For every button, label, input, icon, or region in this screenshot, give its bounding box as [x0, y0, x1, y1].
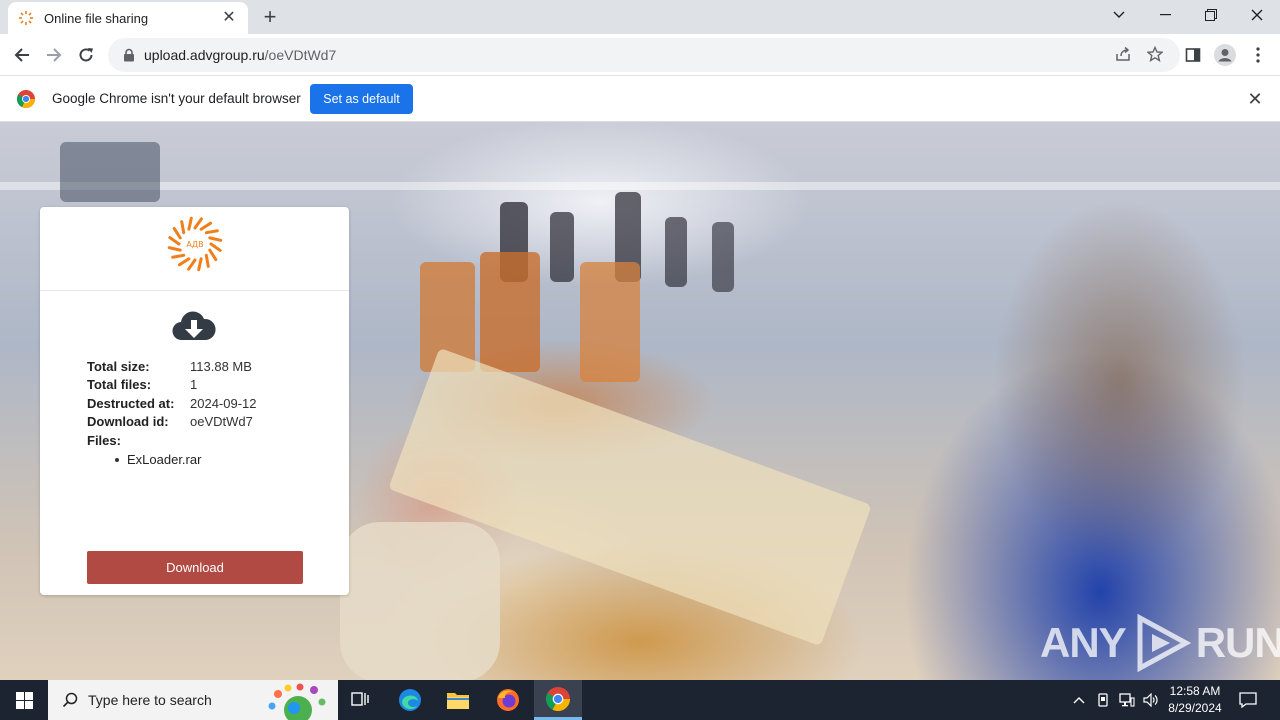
folder-icon [447, 693, 469, 709]
background-box [60, 142, 160, 202]
background-bottle [665, 217, 687, 287]
files-label: Files: [87, 432, 121, 448]
url-host: upload.advgroup.ru [144, 47, 265, 63]
restore-button[interactable] [1188, 0, 1234, 30]
tray-device-icon[interactable] [1092, 680, 1114, 720]
task-view-button[interactable] [336, 680, 384, 720]
task-view-icon [351, 692, 369, 706]
forward-arrow-icon [47, 48, 62, 62]
background-bottle [712, 222, 734, 292]
info-label: Total files: [87, 377, 152, 393]
watermark-text-left: ANY [1040, 619, 1127, 666]
cloud-download-icon [172, 311, 216, 341]
info-label: Total size: [87, 358, 150, 374]
edge-icon [399, 689, 421, 711]
lock-icon [124, 48, 134, 62]
info-label: Destructed at: [87, 395, 175, 411]
back-arrow-icon [14, 48, 29, 62]
background-shelf [0, 182, 1280, 190]
site-favicon-icon [19, 11, 33, 25]
info-row: Destructed at: 2024-09-12 [87, 394, 257, 413]
notifications-icon[interactable] [1234, 680, 1262, 720]
firefox-taskbar-button[interactable] [484, 680, 532, 720]
logo-text: АДВ [186, 240, 203, 249]
tab-title: Online file sharing [44, 10, 149, 26]
browser-tab[interactable]: Online file sharing ✕ [8, 2, 248, 34]
info-row: Total files: 1 [87, 376, 257, 395]
background-bottle [480, 252, 540, 372]
adv-logo-icon: АДВ [167, 216, 223, 272]
product-bottle [340, 522, 500, 680]
volume-icon[interactable] [1140, 680, 1162, 720]
search-highlight-illustration-icon [268, 683, 326, 720]
file-list-item: ExLoader.rar [115, 450, 257, 469]
info-value: 2024-09-12 [190, 395, 257, 411]
chrome-taskbar-button[interactable] [534, 680, 582, 720]
forward-button[interactable] [38, 39, 70, 71]
info-row: Total size: 113.88 MB [87, 357, 257, 376]
share-icon[interactable] [1114, 46, 1132, 64]
start-button[interactable] [0, 680, 48, 720]
info-row: Download id: oeVDtWd7 [87, 413, 257, 432]
reload-icon [79, 48, 93, 62]
file-info: Total size: 113.88 MB Total files: 1 Destruc… [87, 357, 257, 469]
search-icon [62, 692, 78, 708]
info-value: 113.88 MB [190, 358, 252, 374]
infobar-message: Google Chrome isn't your default browser [52, 91, 301, 106]
side-panel-icon[interactable] [1182, 44, 1204, 66]
chrome-icon [546, 686, 570, 711]
windows-taskbar: Type here to search 12:58 AM 8/29/2024 [0, 680, 1280, 720]
files-list: ExLoader.rar [115, 450, 257, 469]
url-text: upload.advgroup.ru/oeVDtWd7 [144, 47, 336, 63]
back-button[interactable] [6, 39, 38, 71]
watermark-text-right: RUN [1195, 619, 1280, 666]
windows-logo-icon [15, 691, 33, 709]
tab-close-icon[interactable]: ✕ [220, 9, 238, 27]
browser-toolbar: upload.advgroup.ru/oeVDtWd7 [0, 34, 1280, 76]
default-browser-infobar: Google Chrome isn't your default browser… [0, 77, 1280, 122]
background-bottle [580, 262, 640, 382]
info-value: 1 [190, 377, 198, 393]
chrome-logo-icon [17, 90, 35, 108]
infobar-close-icon[interactable]: ✕ [1247, 90, 1263, 108]
taskbar-search-box[interactable]: Type here to search [48, 680, 338, 720]
minimize-button[interactable] [1142, 0, 1188, 30]
background-bottle [550, 212, 574, 282]
download-card: АДВ Total size: 113.88 MB Total files: 1 Des… [40, 207, 349, 595]
menu-kebab-icon[interactable] [1247, 44, 1269, 66]
play-triangle-icon [1137, 613, 1191, 673]
set-as-default-button[interactable]: Set as default [310, 84, 413, 114]
search-placeholder: Type here to search [88, 692, 212, 708]
download-button[interactable]: Download [87, 551, 303, 584]
firefox-icon [497, 689, 519, 711]
tab-search-chevron-icon[interactable] [1096, 0, 1142, 30]
reload-button[interactable] [70, 39, 102, 71]
bookmark-star-icon[interactable] [1146, 45, 1164, 64]
tray-overflow-chevron-icon[interactable] [1068, 680, 1090, 720]
clock-time: 12:58 AM [1169, 684, 1221, 698]
info-label: Download id: [87, 414, 169, 430]
taskbar-clock[interactable]: 12:58 AM 8/29/2024 [1160, 683, 1230, 717]
address-bar[interactable]: upload.advgroup.ru/oeVDtWd7 [108, 38, 1180, 72]
file-explorer-taskbar-button[interactable] [434, 680, 482, 720]
new-tab-button[interactable]: + [258, 6, 282, 30]
card-header: АДВ [40, 207, 349, 291]
tab-strip: Online file sharing ✕ + [0, 0, 1280, 34]
clock-date: 8/29/2024 [1168, 701, 1222, 715]
close-window-button[interactable] [1234, 0, 1280, 30]
url-path: /oeVDtWd7 [264, 47, 337, 63]
profile-avatar-icon[interactable] [1214, 44, 1236, 66]
edge-taskbar-button[interactable] [386, 680, 434, 720]
anyrun-watermark: ANY RUN [1040, 612, 1280, 674]
page-background: АДВ Total size: 113.88 MB Total files: 1 Des… [0, 122, 1280, 680]
network-icon[interactable] [1116, 680, 1138, 720]
info-value: oeVDtWd7 [190, 414, 253, 430]
